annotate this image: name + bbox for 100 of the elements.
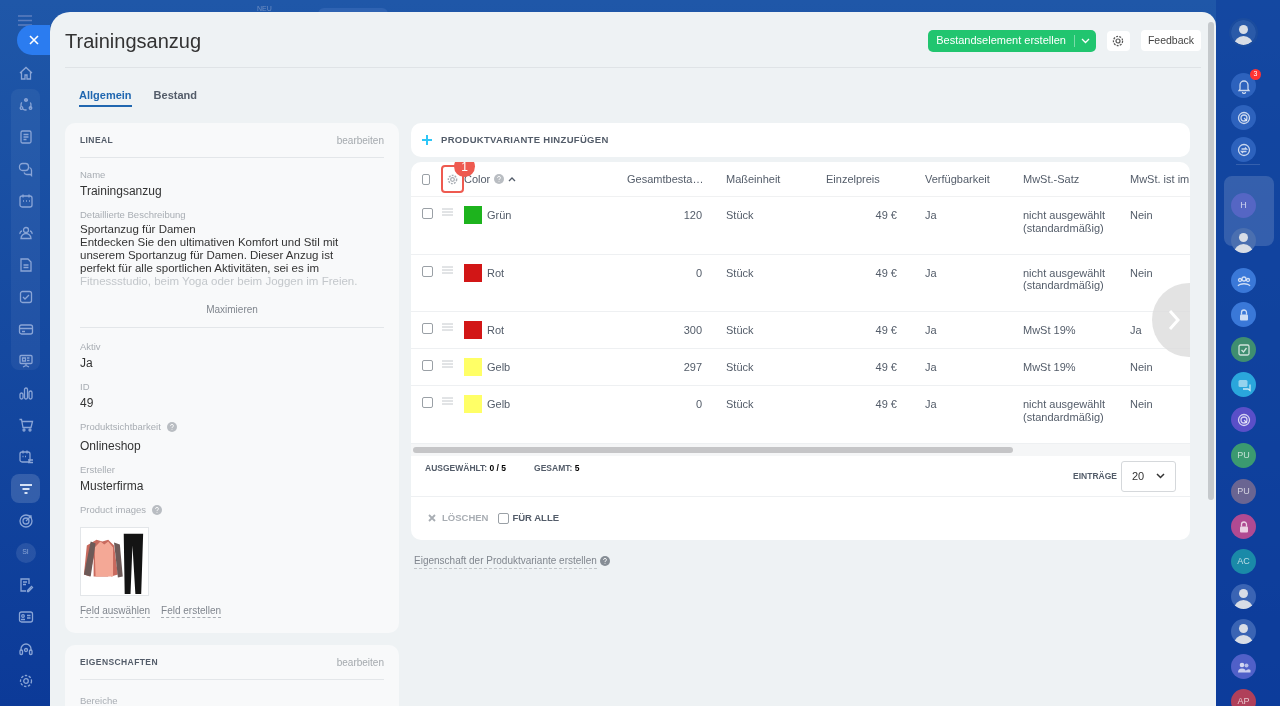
help-icon[interactable]	[599, 555, 610, 566]
menu-icon[interactable]	[18, 15, 32, 26]
table-cell: 49 €	[875, 209, 897, 221]
calendar-list-icon[interactable]	[17, 448, 34, 465]
target-icon[interactable]	[17, 512, 34, 529]
lock-button[interactable]	[1231, 302, 1256, 327]
checkbox-label[interactable]: FÜR ALLE	[512, 510, 560, 526]
user-initials-avatar[interactable]: H	[1231, 193, 1256, 218]
swirl-button[interactable]	[1231, 105, 1256, 130]
user-initials-avatar[interactable]: PU	[1231, 443, 1256, 468]
table-cell: 49 €	[875, 324, 897, 336]
column-header[interactable]: MwSt.-Satz	[1023, 170, 1080, 188]
checkbox-icon[interactable]	[17, 288, 34, 305]
field-label: Aktiv	[80, 339, 101, 354]
checkbox[interactable]	[422, 265, 433, 277]
people-icon[interactable]	[17, 224, 34, 241]
checkbox[interactable]	[422, 360, 433, 371]
user-avatar[interactable]	[1231, 20, 1256, 45]
create-property-link[interactable]: Eigenschaft der Produktvariante erstellen	[414, 552, 597, 569]
chat-swap-button[interactable]	[1231, 137, 1256, 162]
field-label: Product images	[80, 502, 146, 517]
group-avatar[interactable]	[1231, 584, 1256, 609]
column-header[interactable]: Einzelpreis	[826, 170, 880, 188]
presentation-icon[interactable]	[17, 352, 34, 369]
help-icon[interactable]	[166, 422, 177, 432]
user-avatar[interactable]	[1231, 228, 1256, 253]
table-cell: 300	[683, 324, 702, 336]
table-cell: Nein	[1130, 361, 1153, 373]
table-cell: 49 €	[875, 361, 897, 373]
window-title: Trainingsanzug	[65, 28, 201, 54]
edit-link[interactable]: bearbeiten	[336, 132, 384, 148]
file-icon[interactable]	[17, 256, 34, 273]
maximize-link[interactable]: Maximieren	[206, 302, 258, 317]
add-variant-link[interactable]: PRODUKTVARIANTE HINZUFÜGEN	[441, 132, 609, 148]
drag-handle-icon[interactable]	[442, 265, 453, 274]
checkbox[interactable]	[422, 397, 433, 408]
table-cell: Ja	[925, 361, 937, 373]
checkbox[interactable]	[422, 323, 433, 334]
drag-handle-icon[interactable]	[442, 208, 453, 216]
close-button[interactable]	[17, 25, 50, 55]
column-header[interactable]: MwSt. ist im	[1130, 170, 1190, 188]
tab[interactable]: Bestand	[153, 85, 197, 107]
panel-scrollbar[interactable]	[1208, 22, 1214, 500]
checkbox[interactable]	[422, 208, 433, 219]
page-size-dropdown[interactable]: 20	[1121, 460, 1176, 492]
field-value: Trainingsanzug	[80, 183, 163, 199]
column-header[interactable]: Verfügbarkeit	[925, 170, 990, 188]
headset-icon[interactable]	[17, 640, 34, 657]
document-edit-icon[interactable]	[17, 576, 34, 593]
nav-item-highlight[interactable]	[11, 474, 40, 503]
user-initials-avatar[interactable]: PU	[1231, 479, 1256, 504]
column-header[interactable]: Maßeinheit	[726, 170, 781, 188]
user-avatar[interactable]	[1231, 619, 1256, 644]
document-icon[interactable]	[17, 128, 34, 145]
user-initials-avatar[interactable]: AP	[1231, 689, 1256, 706]
edit-link[interactable]: bearbeiten	[336, 654, 384, 670]
group-button[interactable]	[1231, 268, 1256, 293]
field-link[interactable]: Feld erstellen	[161, 605, 222, 618]
field-label: Detaillierte Beschreibung	[80, 207, 186, 222]
people-button[interactable]	[1231, 654, 1256, 679]
section-title: EIGENSCHAFTEN	[80, 655, 158, 669]
help-icon[interactable]	[152, 505, 162, 515]
drag-handle-icon[interactable]	[442, 397, 453, 405]
table-cell-text: Gelb	[487, 360, 511, 374]
drag-handle-icon[interactable]	[442, 323, 453, 331]
bell-button[interactable]	[1231, 73, 1256, 98]
chat-button[interactable]	[1231, 372, 1256, 397]
cycle-icon[interactable]	[17, 96, 34, 113]
column-header[interactable]: Gesamtbesta…	[627, 170, 704, 188]
chat-icon[interactable]	[17, 160, 34, 177]
user-initials-avatar[interactable]: AC	[1231, 549, 1256, 574]
sort-icon[interactable]	[508, 176, 517, 182]
field-label: Bereiche	[80, 694, 119, 706]
select-all-checkbox[interactable]	[422, 173, 431, 185]
calendar-icon[interactable]	[17, 192, 34, 209]
id-card-icon[interactable]	[17, 608, 34, 625]
selected-count: AUSGEWÄHLT: 0 / 5	[425, 461, 507, 475]
table-cell: nicht ausgewählt (standardmäßig)	[1023, 266, 1105, 291]
drag-handle-icon[interactable]	[442, 360, 453, 368]
home-icon[interactable]	[17, 64, 34, 81]
tab[interactable]: Allgemein	[79, 85, 132, 107]
create-stock-item-button[interactable]: Bestandselement erstellen	[928, 29, 1096, 52]
bar-chart-icon[interactable]	[17, 384, 34, 401]
cart-icon[interactable]	[17, 416, 34, 433]
lock-button[interactable]	[1231, 514, 1256, 539]
settings-button[interactable]	[1106, 30, 1130, 51]
checkbox[interactable]	[498, 512, 510, 524]
table-cell: Stück	[726, 398, 754, 410]
step-badge: 1	[454, 162, 475, 177]
field-link[interactable]: Feld auswählen	[80, 605, 151, 618]
swirl-button[interactable]	[1231, 407, 1256, 432]
settings-icon[interactable]	[447, 173, 459, 185]
field-label: ID	[80, 379, 90, 394]
check-button[interactable]	[1231, 337, 1256, 362]
settings-icon[interactable]	[17, 672, 34, 689]
table-cell: 49 €	[875, 398, 897, 410]
feedback-button[interactable]: Feedback	[1140, 30, 1201, 51]
table-cell: Stück	[726, 361, 754, 373]
table-cell: Ja	[925, 209, 937, 221]
horizontal-scrollbar[interactable]	[413, 446, 1013, 453]
